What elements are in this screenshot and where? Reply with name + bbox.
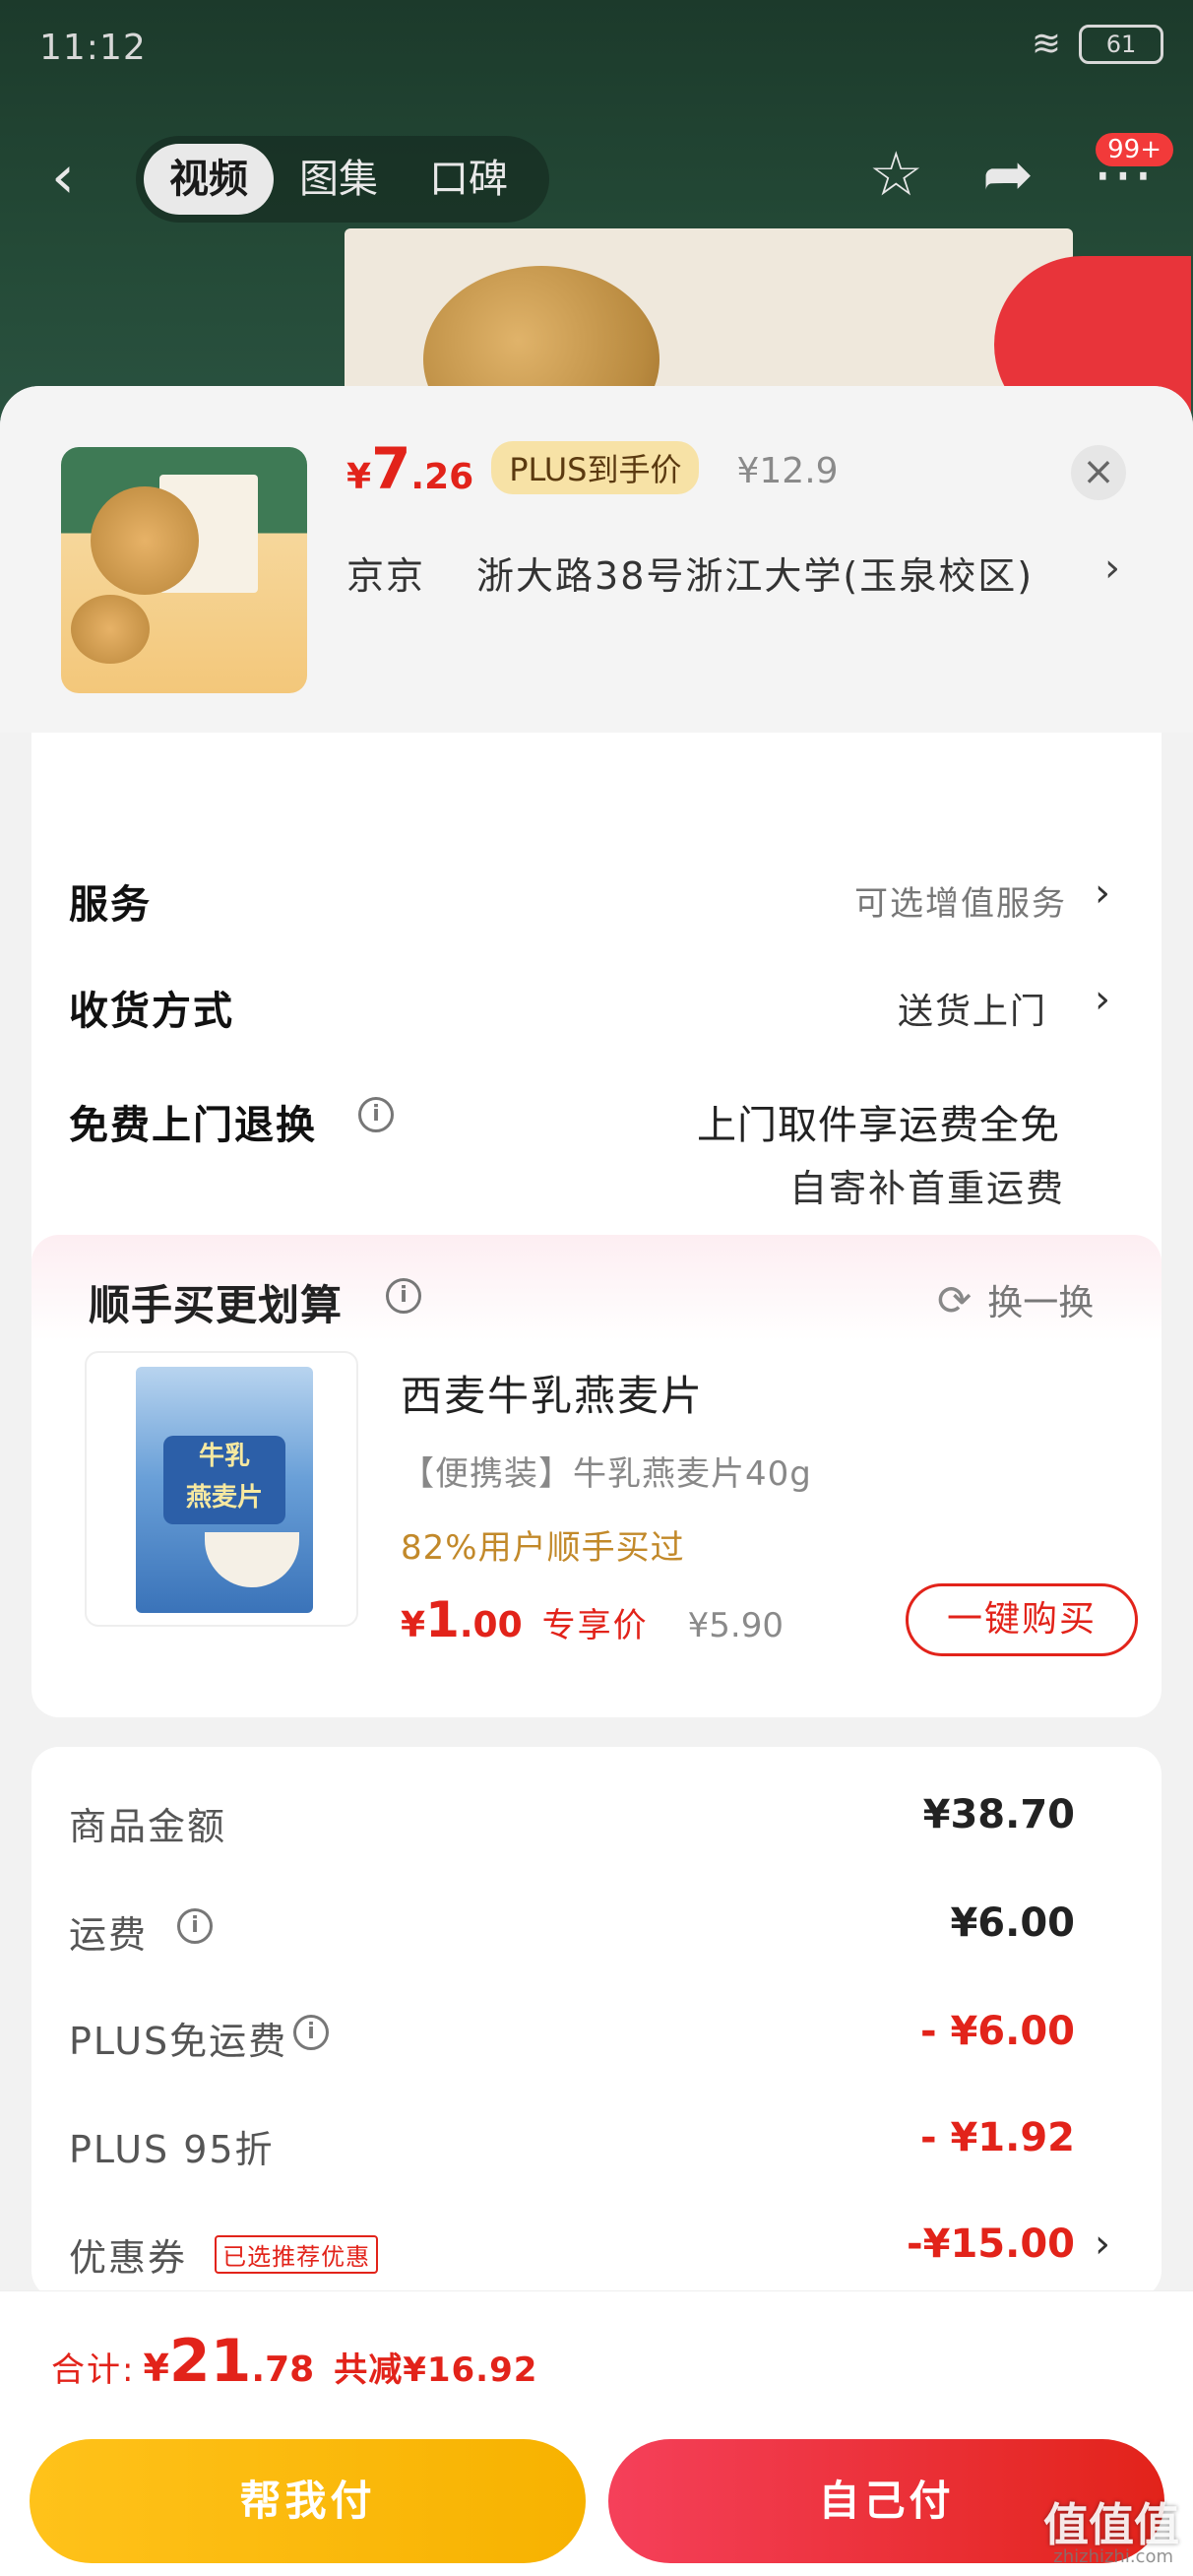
package-label: 牛乳 燕麦片 (163, 1436, 285, 1524)
summary-value-coupon: -¥15.00 (907, 2222, 1075, 2267)
total-row: 合计: ¥ 21 .78 共减¥16.92 (51, 2327, 537, 2396)
price-integer: 7 (371, 435, 411, 502)
status-bar: 11:12 ≋ 61 (0, 0, 1193, 98)
summary-label-plus-shipping: PLUS免运费 (69, 2020, 288, 2063)
return-label: 免费上门退换 (69, 1103, 317, 1148)
total-integer: 21 (168, 2327, 252, 2396)
upsell-price-tag: 专享价 (541, 1606, 649, 1645)
total-reduction: 共减¥16.92 (334, 2351, 538, 2390)
service-value[interactable]: 可选增值服务 (854, 876, 1067, 925)
summary-label-goods: 商品金额 (69, 1805, 227, 1848)
summary-label-plus-discount: PLUS 95折 (69, 2128, 275, 2171)
info-icon[interactable]: i (293, 2015, 329, 2050)
media-tabs: 视频 图集 口碑 (136, 136, 549, 223)
sheet-header: ¥ 7 .26 PLUS到手价 ¥12.9 × 京京 浙大路38号浙江大学(玉泉… (0, 386, 1193, 733)
watermark-url: zhizhizhi.com (1053, 2546, 1173, 2567)
price-decimal: .26 (410, 457, 474, 497)
product-thumbnail (61, 447, 307, 693)
total-decimal: .78 (251, 2350, 315, 2390)
summary-value-goods: ¥38.70 (922, 1792, 1075, 1837)
coupon-row[interactable]: 优惠券 已选推荐优惠 (69, 2227, 379, 2282)
watermark-logo: 值值值 (1043, 2498, 1179, 2551)
thumb-cookie-small (71, 595, 150, 664)
return-value-primary: 上门取件享运费全免 (697, 1103, 1060, 1148)
summary-value-plus-shipping: - ¥6.00 (919, 2009, 1075, 2054)
address-detail: 浙大路38号浙江大学(玉泉校区) (476, 554, 1035, 598)
thumb-cookie (91, 486, 199, 595)
upsell-price-integer: 1 (425, 1591, 460, 1648)
info-icon[interactable]: i (386, 1278, 421, 1314)
share-arrow-icon[interactable]: ➦ (982, 138, 1034, 210)
upsell-old-price: ¥5.90 (687, 1606, 784, 1645)
upsell-title: 顺手买更划算 (89, 1281, 344, 1329)
wifi-icon: ≋ (1031, 24, 1061, 64)
close-icon[interactable]: × (1071, 445, 1126, 500)
upsell-price-row: ¥ 1 .00 专享价 ¥5.90 (401, 1591, 784, 1648)
back-arrow-icon[interactable]: ‹ (51, 148, 102, 207)
help-me-pay-button[interactable]: 帮我付 (30, 2439, 586, 2563)
status-time: 11:12 (39, 28, 147, 68)
delivery-value[interactable]: 送货上门 (898, 983, 1047, 1034)
address-city: 京京 (346, 554, 426, 598)
info-icon[interactable]: i (358, 1097, 394, 1132)
battery-icon: 61 (1079, 24, 1163, 64)
upsell-product-name[interactable]: 西麦牛乳燕麦片 (401, 1363, 704, 1423)
status-icons: ≋ 61 (1032, 24, 1163, 64)
chevron-right-icon: › (1104, 546, 1122, 591)
chevron-right-icon[interactable]: › (1095, 2222, 1110, 2267)
chevron-right-icon: › (1095, 870, 1110, 916)
original-price: ¥12.9 (736, 451, 839, 491)
favorite-star-icon[interactable]: ☆ (868, 138, 923, 210)
plus-price-tag: PLUS到手价 (491, 441, 700, 494)
tab-reviews[interactable]: 口碑 (404, 144, 534, 215)
upsell-price-currency: ¥ (401, 1605, 426, 1645)
oat-package: 牛乳 燕麦片 (136, 1367, 313, 1613)
summary-label-coupon: 优惠券 (69, 2236, 188, 2280)
refresh-icon: ⟳ (937, 1275, 973, 1324)
upsell-card: 顺手买更划算 i ⟳ 换一换 牛乳 燕麦片 西麦牛乳燕麦片 【便携装】牛乳燕麦片4… (31, 1235, 1162, 1717)
upsell-price-decimal: .00 (459, 1605, 523, 1645)
upsell-product-spec: 【便携装】牛乳燕麦片40g (401, 1454, 812, 1494)
checkout-sheet: ¥ 7 .26 PLUS到手价 ¥12.9 × 京京 浙大路38号浙江大学(玉泉… (0, 386, 1193, 2576)
checkout-bar: 合计: ¥ 21 .78 共减¥16.92 帮我付 自己付 (0, 2290, 1193, 2576)
summary-value-shipping: ¥6.00 (950, 1900, 1075, 1946)
product-price-row: ¥ 7 .26 PLUS到手价 ¥12.9 (346, 435, 839, 502)
package-bowl (205, 1532, 299, 1587)
return-value-secondary: 自寄补首重运费 (789, 1167, 1066, 1210)
summary-label-shipping: 运费 (69, 1913, 149, 1957)
service-label: 服务 (69, 882, 152, 928)
message-badge: 99+ (1096, 133, 1173, 166)
summary-value-plus-discount: - ¥1.92 (919, 2115, 1075, 2160)
chevron-right-icon: › (1095, 977, 1110, 1022)
upsell-product-stat: 82%用户顺手买过 (401, 1528, 685, 1568)
delivery-label: 收货方式 (69, 989, 234, 1034)
upsell-product-image[interactable]: 牛乳 燕麦片 (85, 1351, 358, 1627)
tab-video[interactable]: 视频 (144, 144, 274, 215)
coupon-recommended-tag: 已选推荐优惠 (215, 2235, 379, 2274)
one-click-buy-button[interactable]: 一键购买 (906, 1583, 1138, 1656)
refresh-label: 换一换 (987, 1283, 1095, 1323)
tab-gallery[interactable]: 图集 (274, 144, 404, 215)
delivery-address[interactable]: 京京 浙大路38号浙江大学(玉泉校区) › (346, 546, 1134, 600)
price-summary-card: 商品金额 ¥38.70 运费 i ¥6.00 PLUS免运费 i - ¥6.00… (31, 1747, 1162, 2298)
refresh-button[interactable]: ⟳ 换一换 (937, 1274, 1094, 1325)
price-currency: ¥ (346, 457, 372, 497)
total-label: 合计: (51, 2351, 136, 2390)
info-icon[interactable]: i (177, 1908, 213, 1944)
total-currency: ¥ (143, 2347, 169, 2390)
